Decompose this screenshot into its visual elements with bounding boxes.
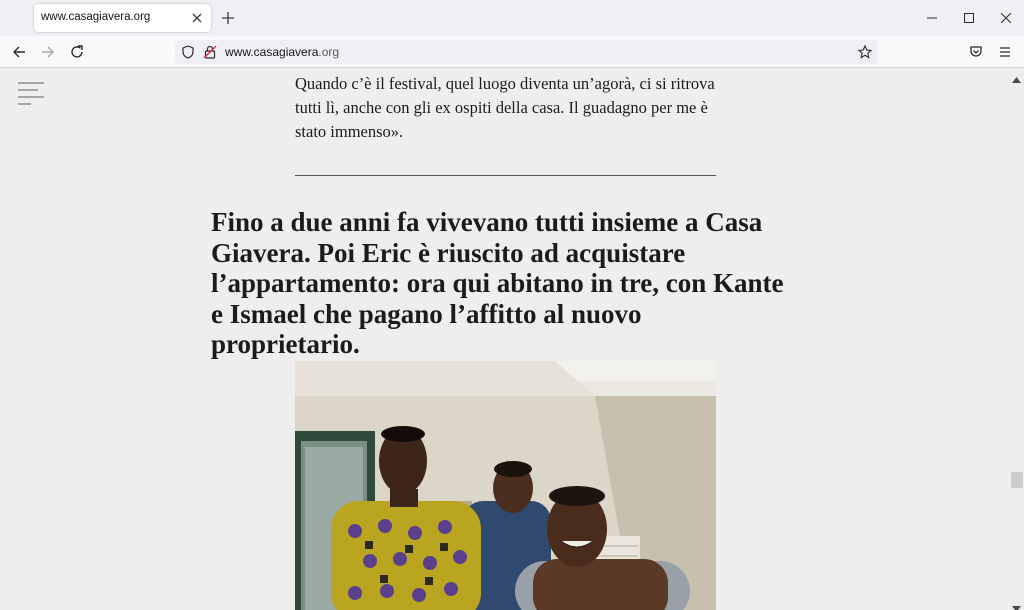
- tab-strip: www.casagiavera.org: [0, 0, 1024, 36]
- url-text[interactable]: www.casagiavera.org: [225, 45, 339, 59]
- minimize-icon[interactable]: [922, 8, 942, 28]
- arrow-left-icon[interactable]: [9, 42, 29, 62]
- article-photo: [295, 361, 716, 610]
- scroll-up-arrow-icon[interactable]: [1012, 71, 1021, 83]
- arrow-right-icon[interactable]: [38, 42, 58, 62]
- pocket-icon[interactable]: [966, 42, 986, 62]
- tab-title: www.casagiavera.org: [41, 11, 151, 23]
- address-bar[interactable]: www.casagiavera.org: [175, 40, 878, 64]
- pull-quote: Fino a due anni fa vivevano tutti insiem…: [211, 207, 784, 359]
- url-domain: www.casagiavera: [225, 45, 319, 59]
- navigation-toolbar: www.casagiavera.org: [0, 36, 1024, 68]
- new-tab-plus-icon[interactable]: [220, 10, 236, 26]
- page-scrollbar[interactable]: [1009, 69, 1024, 610]
- page-content: Quando c’è il festival, quel luogo diven…: [0, 69, 1009, 610]
- reload-icon[interactable]: [67, 42, 87, 62]
- url-tld: .org: [318, 45, 340, 59]
- lock-icon[interactable]: [200, 42, 220, 62]
- shield-icon[interactable]: [178, 42, 198, 62]
- hamburger-menu-icon[interactable]: [995, 42, 1015, 62]
- site-menu-hamburger-icon[interactable]: [18, 82, 48, 106]
- star-icon[interactable]: [855, 42, 875, 62]
- maximize-icon[interactable]: [959, 8, 979, 28]
- browser-tab[interactable]: www.casagiavera.org: [34, 4, 211, 32]
- article-paragraph: Quando c’è il festival, quel luogo diven…: [295, 74, 715, 141]
- section-divider: [295, 175, 716, 176]
- tab-close-icon[interactable]: [189, 10, 205, 26]
- scroll-down-arrow-icon[interactable]: [1012, 600, 1021, 610]
- scroll-thumb[interactable]: [1011, 472, 1023, 488]
- close-window-icon[interactable]: [996, 8, 1016, 28]
